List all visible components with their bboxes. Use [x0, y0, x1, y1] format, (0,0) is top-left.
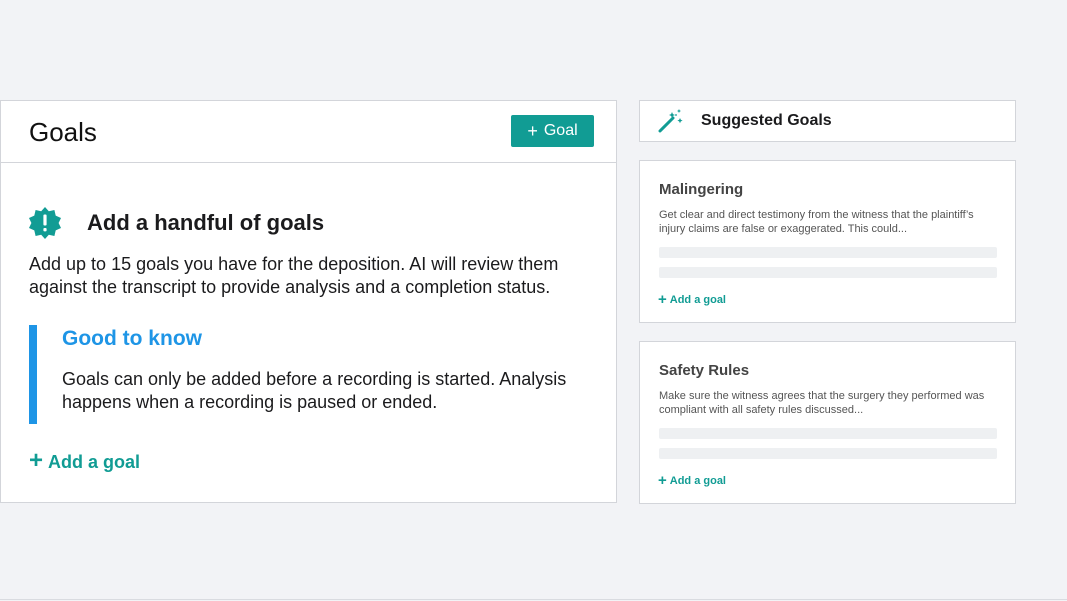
- empty-state-heading: Add a handful of goals: [29, 207, 324, 239]
- add-suggested-goal-link[interactable]: + Add a goal: [658, 291, 726, 308]
- skeleton-line: [659, 448, 997, 459]
- skeleton-line: [659, 247, 997, 258]
- goals-panel: Goals + Goal Add a handful of goals Add …: [0, 100, 617, 503]
- add-goal-button-label: Goal: [543, 122, 578, 139]
- divider: [0, 599, 1067, 600]
- add-suggested-goal-label: Add a goal: [669, 475, 726, 487]
- plus-icon: +: [658, 472, 667, 489]
- goals-title: Goals: [29, 117, 97, 147]
- add-suggested-goal-link[interactable]: + Add a goal: [658, 472, 726, 489]
- suggested-goal-card: Malingering Get clear and direct testimo…: [639, 160, 1016, 323]
- good-to-know-callout: Good to know Goals can only be added bef…: [29, 325, 589, 424]
- suggested-goal-title: Safety Rules: [659, 362, 750, 379]
- skeleton-line: [659, 428, 997, 439]
- plus-icon: +: [527, 121, 538, 141]
- callout-text: Goals can only be added before a recordi…: [62, 369, 567, 412]
- add-suggested-goal-label: Add a goal: [669, 294, 726, 306]
- suggested-goal-description: Make sure the witness agrees that the su…: [659, 390, 985, 416]
- alert-badge-icon: [29, 207, 61, 239]
- plus-icon: +: [29, 447, 44, 474]
- empty-state-title: Add a handful of goals: [87, 210, 325, 235]
- empty-state-description: Add up to 15 goals you have for the depo…: [29, 254, 559, 297]
- suggested-goals-header: Suggested Goals: [639, 100, 1016, 142]
- add-goal-link[interactable]: + Add a goal: [29, 447, 141, 474]
- page: Goals + Goal Add a handful of goals Add …: [0, 0, 1067, 601]
- add-goal-button[interactable]: + Goal: [511, 115, 594, 147]
- suggested-goal-description: Get clear and direct testimony from the …: [659, 209, 974, 235]
- suggested-goals-title: Suggested Goals: [701, 112, 832, 129]
- plus-icon: +: [658, 291, 667, 308]
- add-goal-link-label: Add a goal: [48, 451, 141, 472]
- skeleton-line: [659, 267, 997, 278]
- goals-header: Goals + Goal: [1, 101, 616, 163]
- callout-title: Good to know: [62, 327, 202, 350]
- magic-wand-icon: [658, 109, 683, 133]
- suggested-goal-card: Safety Rules Make sure the witness agree…: [639, 341, 1016, 504]
- suggested-goal-title: Malingering: [659, 181, 744, 198]
